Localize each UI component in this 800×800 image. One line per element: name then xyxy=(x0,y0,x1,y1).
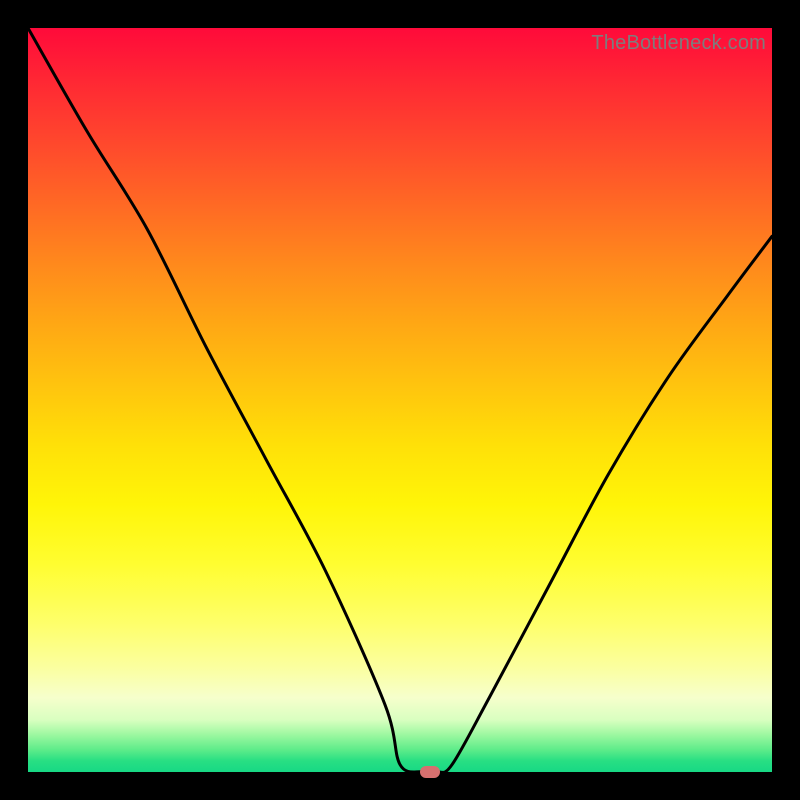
bottleneck-curve xyxy=(28,28,772,772)
chart-frame: TheBottleneck.com xyxy=(0,0,800,800)
optimum-marker xyxy=(420,766,440,778)
curve-path xyxy=(28,28,772,773)
plot-area: TheBottleneck.com xyxy=(28,28,772,772)
